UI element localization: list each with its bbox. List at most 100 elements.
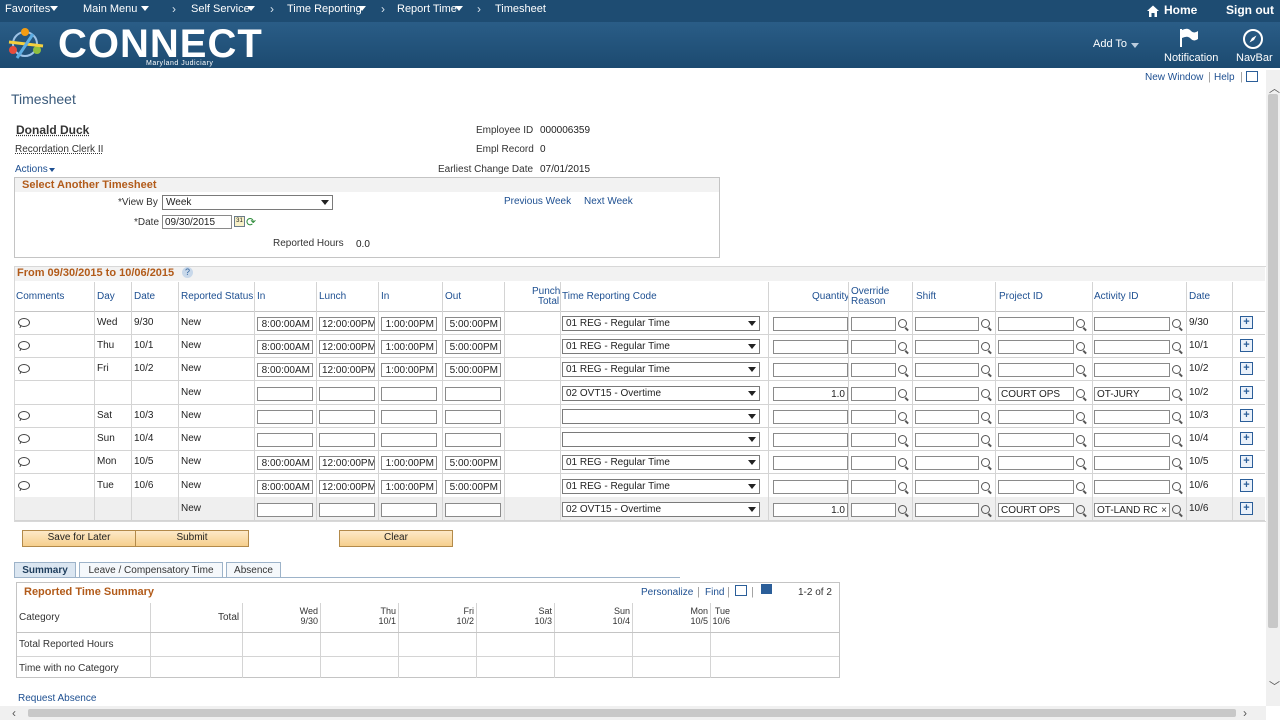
sign-out-link[interactable]: Sign out	[1226, 3, 1274, 17]
project-id-lookup-search-icon[interactable]	[1076, 342, 1085, 351]
request-absence-link[interactable]: Request Absence	[18, 693, 96, 704]
override-reason-input[interactable]	[851, 340, 896, 354]
add-row-icon[interactable]: +	[1240, 455, 1253, 468]
date-input[interactable]: 09/30/2015	[162, 215, 232, 229]
activity-id-lookup-search-icon[interactable]	[1172, 412, 1181, 421]
scroll-down-icon[interactable]: ﹀	[1269, 678, 1280, 694]
clear-button[interactable]: Clear	[339, 530, 453, 547]
in-time-input[interactable]	[257, 433, 313, 447]
activity-id-lookup-search-icon[interactable]	[1172, 435, 1181, 444]
project-id-lookup-search-icon[interactable]	[1076, 365, 1085, 374]
in-time-2-input[interactable]: 1:00:00PM	[381, 317, 437, 331]
chevron-down-icon[interactable]	[748, 321, 756, 326]
chevron-down-icon[interactable]	[321, 200, 329, 205]
home-icon[interactable]	[1146, 4, 1160, 18]
in-time-input[interactable]: 8:00:00AM	[257, 456, 313, 470]
add-row-icon[interactable]: +	[1240, 502, 1253, 515]
override-reason-lookup-search-icon[interactable]	[898, 505, 907, 514]
quantity-input[interactable]	[773, 456, 848, 470]
employee-job-title[interactable]: Recordation Clerk II	[15, 144, 103, 155]
override-reason-lookup-search-icon[interactable]	[898, 365, 907, 374]
shift-input[interactable]	[915, 363, 979, 377]
time-reporting-code-select[interactable]: 01 REG - Regular Time	[562, 362, 760, 377]
shift-input[interactable]	[915, 456, 979, 470]
view-by-select[interactable]: Week	[162, 195, 333, 210]
report-time-dropdown-icon[interactable]	[455, 6, 463, 11]
next-week-link[interactable]: Next Week	[584, 196, 633, 207]
activity-id-input[interactable]	[1094, 317, 1170, 331]
activity-id-lookup-search-icon[interactable]	[1172, 342, 1181, 351]
shift-lookup-search-icon[interactable]	[981, 435, 990, 444]
override-reason-lookup-search-icon[interactable]	[898, 482, 907, 491]
lunch-time-input[interactable]: 12:00:00PM	[319, 317, 375, 331]
help-icon[interactable]: ?	[182, 267, 193, 278]
override-reason-lookup-search-icon[interactable]	[898, 342, 907, 351]
quantity-input[interactable]	[773, 363, 848, 377]
override-reason-input[interactable]	[851, 433, 896, 447]
lunch-time-input[interactable]: 12:00:00PM	[319, 456, 375, 470]
shift-input[interactable]	[915, 410, 979, 424]
chevron-down-icon[interactable]	[748, 414, 756, 419]
shift-input[interactable]	[915, 503, 979, 517]
activity-id-input[interactable]	[1094, 433, 1170, 447]
chevron-down-icon[interactable]	[748, 344, 756, 349]
in-time-input[interactable]	[257, 410, 313, 424]
shift-input[interactable]	[915, 480, 979, 494]
activity-id-input[interactable]: OT-JURY	[1094, 387, 1170, 401]
shift-lookup-search-icon[interactable]	[981, 365, 990, 374]
horizontal-scrollbar[interactable]: ‹ ›	[0, 706, 1266, 720]
favorites-dropdown-icon[interactable]	[50, 6, 58, 11]
in-time-input[interactable]: 8:00:00AM	[257, 340, 313, 354]
project-id-lookup-search-icon[interactable]	[1076, 458, 1085, 467]
notification-flag-icon[interactable]	[1178, 28, 1200, 48]
activity-id-lookup-search-icon[interactable]	[1172, 505, 1181, 514]
lunch-time-input[interactable]	[319, 433, 375, 447]
add-row-icon[interactable]: +	[1240, 386, 1253, 399]
override-reason-input[interactable]	[851, 503, 896, 517]
add-row-icon[interactable]: +	[1240, 409, 1253, 422]
add-to-dropdown-icon[interactable]	[1131, 43, 1139, 48]
time-reporting-code-select[interactable]: 01 REG - Regular Time	[562, 479, 760, 494]
comment-bubble-icon[interactable]	[18, 341, 30, 350]
report-time-menu[interactable]: Report Time	[397, 3, 457, 15]
employee-name[interactable]: Donald Duck	[16, 123, 89, 137]
override-reason-lookup-search-icon[interactable]	[898, 319, 907, 328]
vertical-scrollbar[interactable]: ︿ ﹀	[1266, 70, 1280, 706]
in-time-2-input[interactable]	[381, 433, 437, 447]
in-time-2-input[interactable]: 1:00:00PM	[381, 340, 437, 354]
comment-bubble-icon[interactable]	[18, 457, 30, 466]
refresh-icon[interactable]: ⟳	[246, 215, 256, 229]
chevron-down-icon[interactable]	[748, 484, 756, 489]
tab-leave-compensatory-time[interactable]: Leave / Compensatory Time	[79, 562, 223, 578]
in-time-2-input[interactable]	[381, 387, 437, 401]
chevron-down-icon[interactable]	[748, 391, 756, 396]
add-to-menu[interactable]: Add To	[1093, 38, 1127, 50]
personalize-link[interactable]: Personalize	[641, 587, 693, 598]
in-time-input[interactable]: 8:00:00AM	[257, 317, 313, 331]
override-reason-input[interactable]	[851, 456, 896, 470]
chevron-down-icon[interactable]	[748, 460, 756, 465]
tab-absence[interactable]: Absence	[226, 562, 281, 578]
project-id-input[interactable]	[998, 363, 1074, 377]
in-time-2-input[interactable]	[381, 410, 437, 424]
new-window-link[interactable]: New Window	[1145, 72, 1203, 83]
shift-lookup-search-icon[interactable]	[981, 389, 990, 398]
project-id-lookup-search-icon[interactable]	[1076, 412, 1085, 421]
lunch-time-input[interactable]	[319, 387, 375, 401]
out-time-input[interactable]: 5:00:00PM	[445, 317, 501, 331]
project-id-input[interactable]: COURT OPS	[998, 503, 1074, 517]
add-row-icon[interactable]: +	[1240, 432, 1253, 445]
time-reporting-code-select[interactable]	[562, 409, 760, 424]
out-time-input[interactable]	[445, 410, 501, 424]
project-id-input[interactable]	[998, 433, 1074, 447]
help-link[interactable]: Help	[1214, 72, 1235, 83]
activity-id-lookup-search-icon[interactable]	[1172, 365, 1181, 374]
time-reporting-code-select[interactable]: 01 REG - Regular Time	[562, 455, 760, 470]
time-reporting-code-select[interactable]: 01 REG - Regular Time	[562, 316, 760, 331]
self-service-menu[interactable]: Self Service	[191, 3, 250, 15]
override-reason-lookup-search-icon[interactable]	[898, 435, 907, 444]
time-reporting-menu[interactable]: Time Reporting	[287, 3, 362, 15]
lunch-time-input[interactable]: 12:00:00PM	[319, 340, 375, 354]
download-spreadsheet-icon[interactable]	[761, 584, 772, 594]
quantity-input[interactable]: 1.0	[773, 387, 848, 401]
